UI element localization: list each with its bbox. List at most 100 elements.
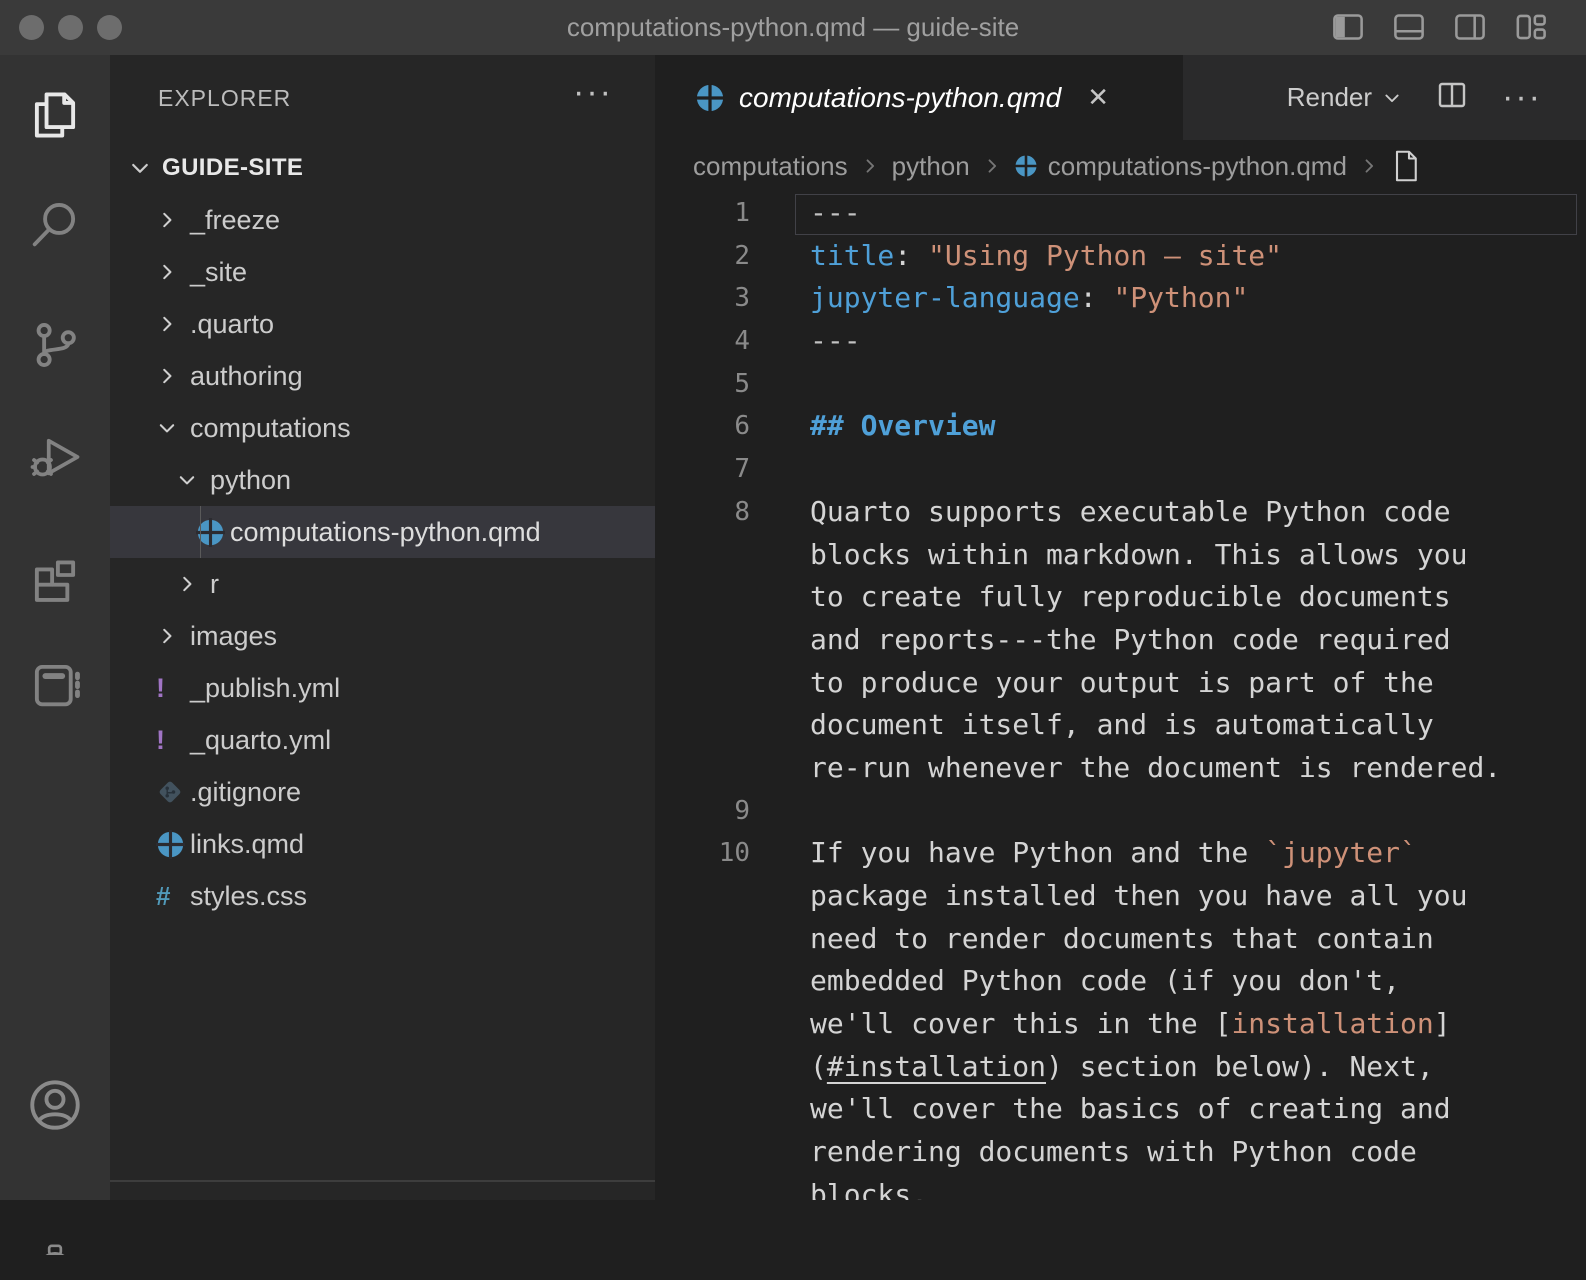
code-line[interactable]: 9 xyxy=(655,790,1586,833)
run-and-debug-icon[interactable] xyxy=(0,402,110,512)
tree-item-label: computations-python.qmd xyxy=(230,517,541,548)
extensions-icon[interactable] xyxy=(0,520,110,630)
tree-item--quarto[interactable]: .quarto xyxy=(110,298,655,350)
line-number: 4 xyxy=(655,320,750,363)
tree-item--freeze[interactable]: _freeze xyxy=(110,194,655,246)
account-icon[interactable] xyxy=(0,1050,110,1160)
current-line-highlight xyxy=(795,194,1577,235)
code-line[interactable]: document itself, and is automatically xyxy=(655,704,1586,747)
code-line[interactable]: embedded Python code (if you don't, xyxy=(655,960,1586,1003)
editor-code-area[interactable]: 1---2title: "Using Python — site"3jupyte… xyxy=(655,192,1586,1200)
yaml-file-icon: ! xyxy=(156,675,165,702)
code-line[interactable]: re-run whenever the document is rendered… xyxy=(655,747,1586,790)
breadcrumb-item[interactable]: python xyxy=(892,151,970,182)
code-line[interactable]: we'll cover the basics of creating and xyxy=(655,1088,1586,1131)
outline-section[interactable]: OUTLINE xyxy=(110,1180,655,1200)
indent-guide xyxy=(200,506,201,558)
code-line[interactable]: 6## Overview xyxy=(655,405,1586,448)
chevron-down-icon xyxy=(128,156,162,180)
breadcrumbs: computations python computations-python.qm… xyxy=(655,140,1586,192)
tree-item-label: styles.css xyxy=(190,881,307,912)
tab-computations-python-qmd[interactable]: computations-python.qmd ✕ xyxy=(655,55,1183,140)
tree-item-label: _quarto.yml xyxy=(190,725,331,756)
tree-root-guide-site[interactable]: GUIDE-SITE xyxy=(110,142,655,194)
tree-item-images[interactable]: images xyxy=(110,610,655,662)
code-line[interactable]: we'll cover this in the [installation] xyxy=(655,1003,1586,1046)
line-number xyxy=(655,1174,750,1200)
line-number xyxy=(655,960,750,1003)
split-editor-icon[interactable] xyxy=(1436,79,1468,116)
line-number xyxy=(655,662,750,705)
line-number xyxy=(655,619,750,662)
breadcrumb-item[interactable]: computations-python.qmd xyxy=(1014,151,1347,182)
code-line[interactable]: need to render documents that contain xyxy=(655,918,1586,961)
code-line[interactable]: blocks. xyxy=(655,1174,1586,1200)
tree-item--publish-yml[interactable]: ! _publish.yml xyxy=(110,662,655,714)
line-number xyxy=(655,704,750,747)
notebook-icon[interactable] xyxy=(0,630,110,740)
toggle-panel-icon[interactable] xyxy=(1392,10,1426,44)
chevron-down-icon xyxy=(1382,88,1402,108)
code-line[interactable]: 7 xyxy=(655,448,1586,491)
activity-bar xyxy=(0,55,110,1200)
code-line[interactable]: (#installation) section below). Next, xyxy=(655,1046,1586,1089)
code-line[interactable]: rendering documents with Python code xyxy=(655,1131,1586,1174)
more-actions-icon[interactable]: ··· xyxy=(1502,78,1542,117)
line-number: 8 xyxy=(655,491,750,534)
code-line[interactable]: 2title: "Using Python — site" xyxy=(655,235,1586,278)
code-line[interactable]: to create fully reproducible documents xyxy=(655,576,1586,619)
line-number: 3 xyxy=(655,277,750,320)
breadcrumb-separator-icon xyxy=(982,156,1002,176)
code-line[interactable]: 5 xyxy=(655,363,1586,406)
chevron-right-icon xyxy=(156,209,178,231)
tree-item-label: r xyxy=(210,569,219,600)
source-control-icon[interactable] xyxy=(0,290,110,400)
close-tab-icon[interactable]: ✕ xyxy=(1087,82,1109,113)
toggle-secondary-sidebar-icon[interactable] xyxy=(1453,10,1487,44)
line-number xyxy=(655,747,750,790)
search-icon[interactable] xyxy=(0,170,110,280)
line-number xyxy=(655,534,750,577)
tree-item-label: python xyxy=(210,465,291,496)
code-line[interactable]: 8Quarto supports executable Python code xyxy=(655,491,1586,534)
breadcrumb-item[interactable]: computations xyxy=(693,151,848,182)
line-number: 7 xyxy=(655,448,750,491)
tab-label: computations-python.qmd xyxy=(739,82,1061,114)
tree-item-authoring[interactable]: authoring xyxy=(110,350,655,402)
file-tree: _freeze_site.quartoauthoringcomputations… xyxy=(110,194,655,922)
breadcrumb-separator-icon xyxy=(860,156,880,176)
tree-item--quarto-yml[interactable]: !_quarto.yml xyxy=(110,714,655,766)
code-line[interactable]: package installed then you have all you xyxy=(655,875,1586,918)
quarto-file-icon xyxy=(1014,154,1038,178)
tree-item-python[interactable]: python xyxy=(110,454,655,506)
code-line[interactable]: 10If you have Python and the `jupyter` xyxy=(655,832,1586,875)
code-line[interactable]: 4--- xyxy=(655,320,1586,363)
code-line[interactable]: to produce your output is part of the xyxy=(655,662,1586,705)
tree-item--site[interactable]: _site xyxy=(110,246,655,298)
render-button[interactable]: Render xyxy=(1287,82,1402,113)
code-line[interactable]: blocks within markdown. This allows you xyxy=(655,534,1586,577)
toggle-primary-sidebar-icon[interactable] xyxy=(1331,10,1365,44)
tree-item-label: images xyxy=(190,621,277,652)
line-number: 10 xyxy=(655,832,750,875)
tree-item-r[interactable]: r xyxy=(110,558,655,610)
tree-item--gitignore[interactable]: .gitignore xyxy=(110,766,655,818)
settings-gear-icon[interactable] xyxy=(0,1170,110,1280)
tree-item-label: .gitignore xyxy=(190,777,301,808)
tree-item-label: _publish.yml xyxy=(190,673,340,704)
line-number xyxy=(655,1131,750,1174)
quarto-file-icon xyxy=(156,830,185,859)
tree-item-computations-python-qmd[interactable]: computations-python.qmd xyxy=(110,506,655,558)
code-line[interactable]: 3jupyter-language: "Python" xyxy=(655,277,1586,320)
git-file-icon xyxy=(156,778,184,806)
root-folder-label: GUIDE-SITE xyxy=(162,154,303,182)
tree-item-links-qmd[interactable]: links.qmd xyxy=(110,818,655,870)
tree-item-styles-css[interactable]: #styles.css xyxy=(110,870,655,922)
code-line[interactable]: and reports---the Python code required xyxy=(655,619,1586,662)
chevron-right-icon xyxy=(176,573,198,595)
customize-layout-icon[interactable] xyxy=(1514,10,1548,44)
explorer-icon[interactable] xyxy=(0,60,110,170)
tree-item-label: .quarto xyxy=(190,309,274,340)
tree-item-computations[interactable]: computations xyxy=(110,402,655,454)
views-and-more-actions-icon[interactable]: ··· xyxy=(573,73,613,112)
